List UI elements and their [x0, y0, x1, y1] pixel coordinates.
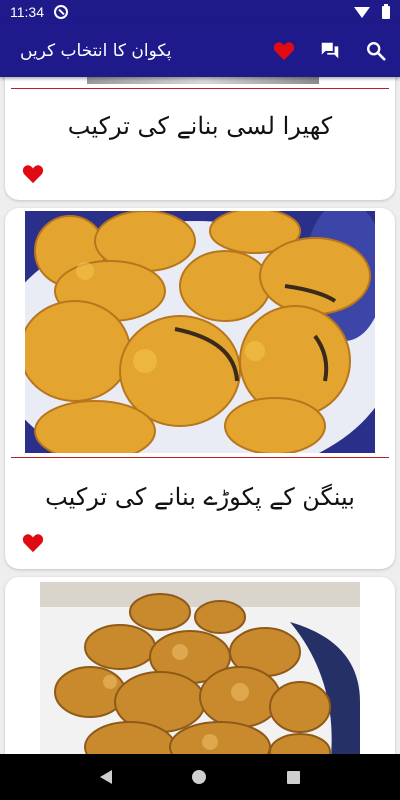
- recipe-card[interactable]: بینگن کے پکوڑے بنانے کی ترکیب: [5, 208, 395, 569]
- status-icons: [354, 3, 390, 19]
- chat-icon: [321, 42, 339, 58]
- recipe-card[interactable]: کھیرا لسی بنانے کی ترکیب: [5, 77, 395, 200]
- recipe-image: [87, 77, 319, 84]
- card-divider: [11, 457, 389, 458]
- status-bar: 11:34: [0, 0, 400, 24]
- chat-button[interactable]: [318, 39, 342, 63]
- favorite-heart-icon[interactable]: [22, 164, 44, 184]
- app-bar: پکوان کا انتخاب کریں: [0, 24, 400, 77]
- search-button[interactable]: [364, 39, 388, 63]
- favorite-heart-icon[interactable]: [22, 533, 44, 553]
- recipe-title: کھیرا لسی بنانے کی ترکیب: [67, 112, 333, 140]
- do-not-disturb-icon: [54, 5, 68, 19]
- wifi-icon: [354, 6, 370, 18]
- system-nav-bar: [0, 754, 400, 800]
- recipe-image: [25, 211, 375, 453]
- back-icon[interactable]: [100, 770, 113, 784]
- recipe-list[interactable]: کھیرا لسی بنانے کی ترکیب بینگن کے پکوڑے …: [0, 77, 400, 754]
- favorites-button[interactable]: [272, 39, 296, 63]
- page-title: پکوان کا انتخاب کریں: [20, 40, 172, 61]
- recipe-card[interactable]: [5, 577, 395, 754]
- heart-icon: [273, 41, 295, 60]
- recent-apps-icon[interactable]: [286, 770, 300, 784]
- recipe-image: [40, 582, 360, 754]
- battery-icon: [382, 3, 390, 19]
- search-icon: [367, 41, 386, 61]
- status-time: 11:34: [10, 4, 44, 20]
- app-bar-actions: [272, 39, 388, 63]
- recipe-title: بینگن کے پکوڑے بنانے کی ترکیب: [45, 483, 355, 511]
- card-divider: [11, 88, 389, 89]
- home-icon[interactable]: [192, 770, 207, 784]
